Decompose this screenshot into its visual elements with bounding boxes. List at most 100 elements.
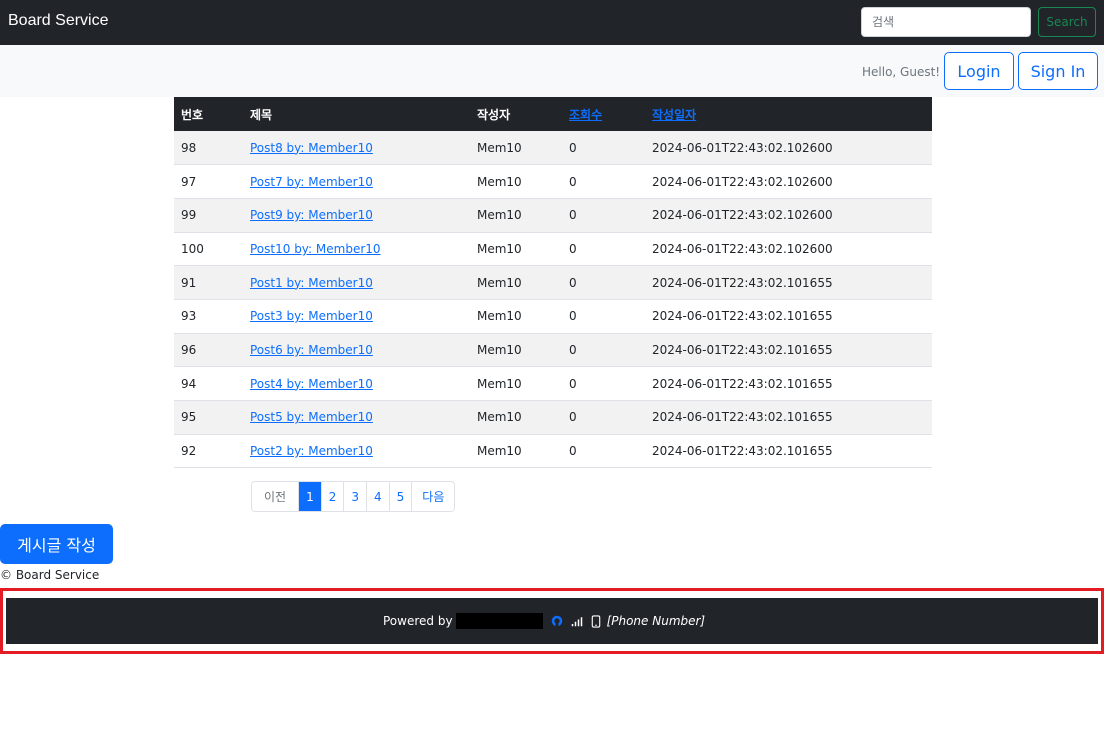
post-title-link[interactable]: Post5 by: Member10 — [250, 410, 373, 424]
post-title-link[interactable]: Post10 by: Member10 — [250, 242, 381, 256]
table-row: 97 Post7 by: Member10 Mem10 0 2024-06-01T22:… — [174, 164, 932, 199]
cell-author: Mem10 — [470, 434, 562, 469]
cell-no: 96 — [174, 333, 243, 368]
sort-views-link[interactable]: 조회수 — [569, 108, 602, 122]
pagination-page-5[interactable]: 5 — [389, 482, 413, 511]
cell-title: Post5 by: Member10 — [243, 400, 470, 435]
user-bar: Hello, Guest! Login Sign In — [0, 45, 1104, 97]
search-input[interactable] — [861, 7, 1031, 37]
pagination-prev[interactable]: 이전 — [252, 482, 300, 511]
cell-title: Post8 by: Member10 — [243, 131, 470, 166]
brand-link[interactable]: Board Service — [8, 12, 109, 30]
cell-date: 2024-06-01T22:43:02.102600 — [645, 198, 932, 233]
cell-author: Mem10 — [470, 232, 562, 267]
table-row: 93 Post3 by: Member10 Mem10 0 2024-06-01T22:… — [174, 299, 932, 334]
cell-views: 0 — [562, 434, 645, 469]
cell-title: Post7 by: Member10 — [243, 164, 470, 199]
post-title-link[interactable]: Post8 by: Member10 — [250, 141, 373, 155]
cell-date: 2024-06-01T22:43:02.101655 — [645, 434, 932, 469]
table-row: 95 Post5 by: Member10 Mem10 0 2024-06-01T22:… — [174, 400, 932, 435]
post-title-link[interactable]: Post3 by: Member10 — [250, 309, 373, 323]
cell-views: 0 — [562, 400, 645, 435]
cell-no: 93 — [174, 299, 243, 334]
post-title-link[interactable]: Post6 by: Member10 — [250, 343, 373, 357]
cell-views: 0 — [562, 366, 645, 401]
top-navbar: Board Service Search — [0, 0, 1104, 45]
cell-author: Mem10 — [470, 299, 562, 334]
write-post-button[interactable]: 게시글 작성 — [0, 524, 113, 564]
cell-date: 2024-06-01T22:43:02.101655 — [645, 265, 932, 300]
table-header-row: 번호 제목 작성자 조회수 작성일자 — [174, 97, 932, 131]
post-title-link[interactable]: Post2 by: Member10 — [250, 444, 373, 458]
cell-author: Mem10 — [470, 265, 562, 300]
header-author: 작성자 — [470, 97, 562, 131]
sign-in-button[interactable]: Sign In — [1018, 52, 1098, 90]
redacted-name — [455, 613, 543, 629]
cell-author: Mem10 — [470, 400, 562, 435]
cell-views: 0 — [562, 131, 645, 166]
pagination-page-3[interactable]: 3 — [344, 482, 368, 511]
cell-no: 95 — [174, 400, 243, 435]
cell-author: Mem10 — [470, 333, 562, 368]
cell-no: 99 — [174, 198, 243, 233]
cell-views: 0 — [562, 232, 645, 267]
cell-author: Mem10 — [470, 366, 562, 401]
cell-no: 97 — [174, 164, 243, 199]
header-no: 번호 — [174, 97, 243, 131]
cell-date: 2024-06-01T22:43:02.102600 — [645, 131, 932, 166]
cell-no: 91 — [174, 265, 243, 300]
signal-icon — [571, 615, 583, 627]
post-title-link[interactable]: Post1 by: Member10 — [250, 276, 373, 290]
cell-title: Post6 by: Member10 — [243, 333, 470, 368]
table-body: 98 Post8 by: Member10 Mem10 0 2024-06-01T22:… — [174, 131, 932, 469]
cell-date: 2024-06-01T22:43:02.101655 — [645, 366, 932, 401]
phone-icon — [591, 614, 601, 628]
cell-no: 100 — [174, 232, 243, 267]
login-button[interactable]: Login — [944, 52, 1014, 90]
cell-no: 98 — [174, 131, 243, 166]
table-row: 99 Post9 by: Member10 Mem10 0 2024-06-01T22:… — [174, 198, 932, 233]
cell-date: 2024-06-01T22:43:02.102600 — [645, 232, 932, 267]
table-row: 98 Post8 by: Member10 Mem10 0 2024-06-01T22:… — [174, 131, 932, 166]
cell-date: 2024-06-01T22:43:02.101655 — [645, 333, 932, 368]
footer: Powered by [Phone Number] — [6, 598, 1098, 644]
pagination-page-4[interactable]: 4 — [367, 482, 390, 511]
pagination: 이전 1 2 3 4 5 다음 — [251, 481, 456, 512]
greeting-text: Hello, Guest! — [862, 65, 941, 79]
cell-views: 0 — [562, 164, 645, 199]
cell-title: Post4 by: Member10 — [243, 366, 470, 401]
cell-views: 0 — [562, 299, 645, 334]
pagination-page-2[interactable]: 2 — [321, 482, 345, 511]
cell-date: 2024-06-01T22:43:02.101655 — [645, 400, 932, 435]
search-button[interactable]: Search — [1038, 7, 1096, 37]
cell-title: Post1 by: Member10 — [243, 265, 470, 300]
sort-date-link[interactable]: 작성일자 — [652, 108, 696, 122]
post-title-link[interactable]: Post4 by: Member10 — [250, 377, 373, 391]
cell-author: Mem10 — [470, 198, 562, 233]
header-date: 작성일자 — [645, 97, 932, 131]
powered-by-text: Powered by — [383, 614, 453, 628]
cell-title: Post2 by: Member10 — [243, 434, 470, 469]
cell-title: Post10 by: Member10 — [243, 232, 470, 267]
cell-no: 94 — [174, 366, 243, 401]
cell-date: 2024-06-01T22:43:02.101655 — [645, 299, 932, 334]
header-views: 조회수 — [562, 97, 645, 131]
cell-date: 2024-06-01T22:43:02.102600 — [645, 164, 932, 199]
board-table: 번호 제목 작성자 조회수 작성일자 98 Post8 by: Member10 M… — [174, 97, 932, 469]
cell-title: Post3 by: Member10 — [243, 299, 470, 334]
header-title: 제목 — [243, 97, 470, 131]
cell-views: 0 — [562, 198, 645, 233]
github-icon[interactable] — [551, 615, 563, 627]
table-row: 91 Post1 by: Member10 Mem10 0 2024-06-01T22:… — [174, 265, 932, 300]
post-title-link[interactable]: Post9 by: Member10 — [250, 208, 373, 222]
pagination-page-1[interactable]: 1 — [299, 482, 322, 511]
table-row: 96 Post6 by: Member10 Mem10 0 2024-06-01T22:… — [174, 333, 932, 368]
copyright-text: © Board Service — [0, 568, 100, 582]
post-title-link[interactable]: Post7 by: Member10 — [250, 175, 373, 189]
cell-title: Post9 by: Member10 — [243, 198, 470, 233]
cell-views: 0 — [562, 333, 645, 368]
cell-author: Mem10 — [470, 164, 562, 199]
phone-number-text: [Phone Number] — [606, 614, 706, 628]
pagination-next[interactable]: 다음 — [412, 482, 455, 511]
cell-author: Mem10 — [470, 131, 562, 166]
